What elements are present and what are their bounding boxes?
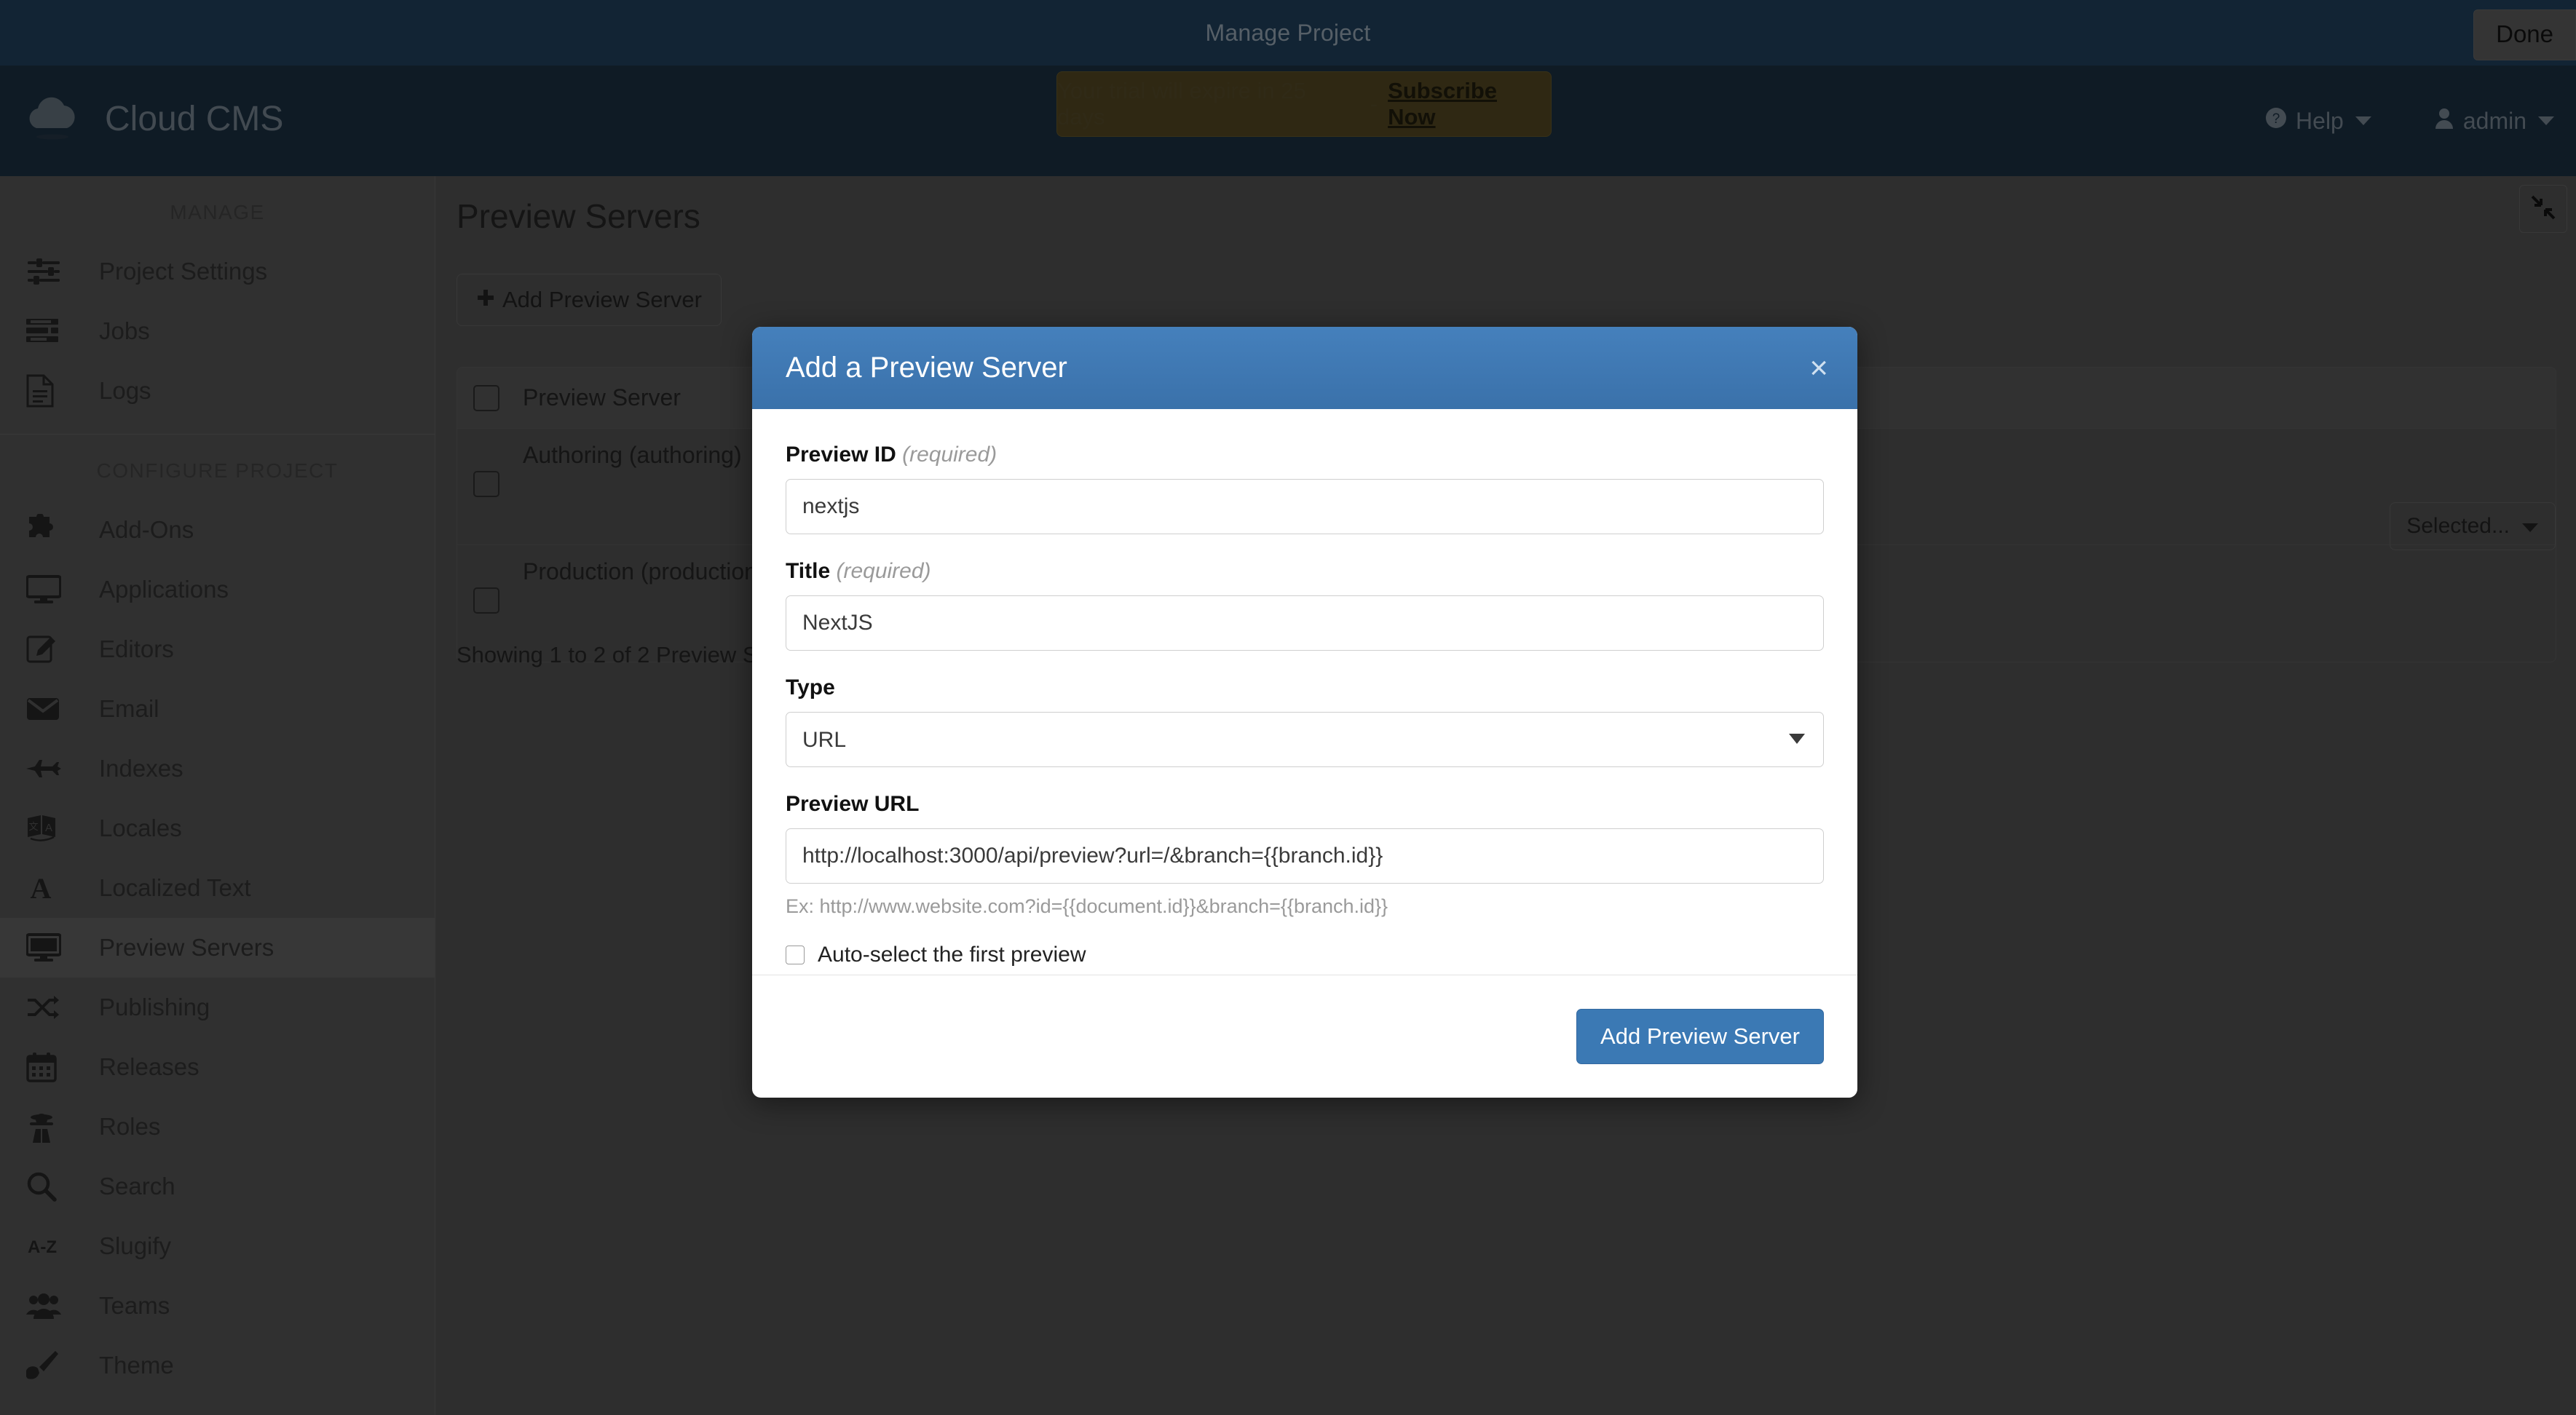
field-title: Title (required) bbox=[786, 559, 1824, 651]
modal-footer: Add Preview Server bbox=[752, 975, 1857, 1098]
label-text: Preview URL bbox=[786, 792, 920, 816]
required-note: (required) bbox=[836, 559, 931, 583]
modal-title: Add a Preview Server bbox=[786, 352, 1067, 384]
close-icon[interactable]: × bbox=[1809, 352, 1828, 384]
field-label-preview-url: Preview URL bbox=[786, 792, 1824, 817]
submit-add-preview-server-button[interactable]: Add Preview Server bbox=[1576, 1009, 1824, 1064]
preview-id-input[interactable] bbox=[786, 479, 1824, 534]
field-label-type: Type bbox=[786, 675, 1824, 700]
modal-header: Add a Preview Server × bbox=[752, 327, 1857, 409]
preview-url-input[interactable] bbox=[786, 828, 1824, 884]
modal-body: Preview ID (required) Title (required) T… bbox=[752, 409, 1857, 975]
title-input[interactable] bbox=[786, 595, 1824, 651]
label-text: Title bbox=[786, 559, 831, 583]
field-label-title: Title (required) bbox=[786, 559, 1824, 584]
auto-select-label: Auto-select the first preview bbox=[818, 943, 1086, 967]
preview-url-help-text: Ex: http://www.website.com?id={{document… bbox=[786, 895, 1388, 917]
required-note: (required) bbox=[902, 443, 997, 467]
field-auto-select: Auto-select the first preview bbox=[786, 943, 1824, 967]
type-select[interactable]: URL bbox=[786, 712, 1824, 767]
label-text: Type bbox=[786, 675, 835, 699]
field-preview-id: Preview ID (required) bbox=[786, 443, 1824, 534]
auto-select-checkbox[interactable] bbox=[786, 946, 805, 964]
field-type: Type URL bbox=[786, 675, 1824, 767]
add-preview-server-modal: Add a Preview Server × Preview ID (requi… bbox=[752, 327, 1857, 1098]
field-label-preview-id: Preview ID (required) bbox=[786, 443, 1824, 467]
label-text: Preview ID bbox=[786, 443, 896, 467]
field-preview-url: Preview URL Ex: http://www.website.com?i… bbox=[786, 792, 1824, 918]
